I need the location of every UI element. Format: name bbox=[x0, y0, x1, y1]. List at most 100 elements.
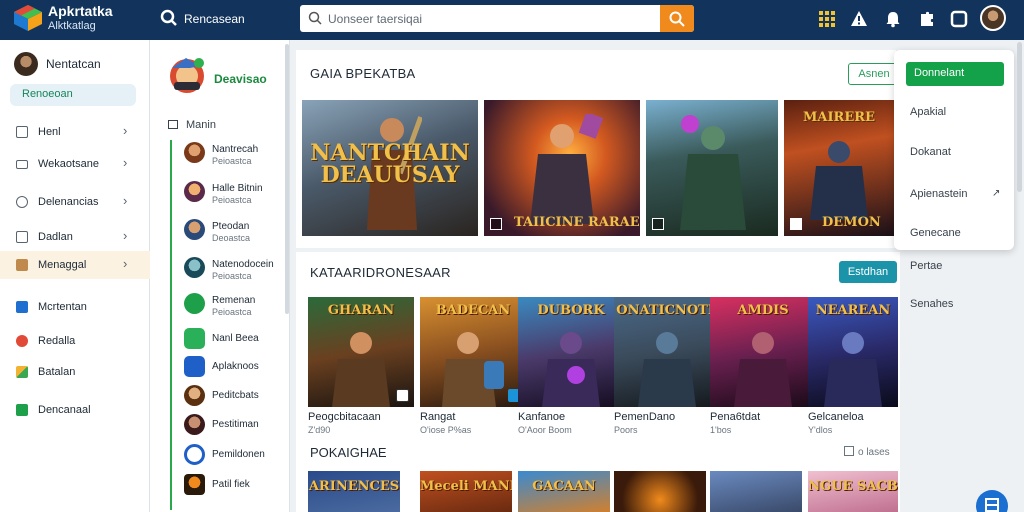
game-title[interactable]: Kanfanoe bbox=[518, 411, 565, 423]
sidebar-item-label: Batalan bbox=[38, 366, 76, 378]
game-title[interactable]: Peogcbitacaan bbox=[308, 411, 381, 423]
section-action-button[interactable]: Asnen bbox=[848, 63, 900, 85]
game-tile[interactable]: NGUE SACB bbox=[808, 471, 898, 512]
game-tile[interactable] bbox=[710, 471, 802, 512]
sidebar-item-label: Redalla bbox=[38, 335, 76, 347]
checkbox[interactable] bbox=[790, 218, 802, 230]
side-link[interactable]: Senahes bbox=[910, 298, 953, 310]
sidebar-item-4[interactable]: Menaggal › bbox=[0, 251, 150, 279]
list-item[interactable]: Pestitiman bbox=[184, 414, 284, 444]
user-avatar[interactable] bbox=[980, 5, 1006, 31]
profile-name: Nentatcan bbox=[46, 57, 101, 71]
featured-banner[interactable] bbox=[646, 100, 778, 236]
featured-banner[interactable]: TAIICINE RARAE bbox=[484, 100, 640, 236]
game-meta: Z'd90 bbox=[308, 425, 331, 435]
banner-title: MAIRERE bbox=[803, 110, 875, 125]
game-tile[interactable] bbox=[614, 471, 706, 512]
menu-item[interactable]: Genecane bbox=[910, 227, 961, 239]
window-icon[interactable] bbox=[950, 10, 968, 28]
list-item[interactable]: Halle Bitnin Peioastca bbox=[184, 181, 284, 211]
external-link-icon: ↗ bbox=[992, 188, 1001, 199]
search-icon[interactable] bbox=[160, 9, 178, 27]
list-item[interactable]: Pteodan Deoastca bbox=[184, 219, 284, 249]
featured-banner[interactable]: NANTCHAIN DEAUUSAY bbox=[302, 100, 478, 236]
avatar[interactable] bbox=[14, 52, 38, 76]
hero-figure-icon bbox=[442, 332, 504, 407]
grid-icon bbox=[16, 126, 28, 138]
sidebar-item-6[interactable]: Redalla bbox=[0, 327, 150, 355]
view-toggle[interactable]: o lases bbox=[844, 446, 890, 458]
search-button[interactable] bbox=[660, 5, 694, 32]
game-tile[interactable]: DUBORK bbox=[518, 297, 624, 407]
game-title[interactable]: Rangat bbox=[420, 411, 455, 423]
menu-item[interactable]: Apienastein bbox=[910, 188, 968, 200]
game-thumbnail bbox=[184, 444, 205, 465]
menu-item[interactable]: Dokanat bbox=[910, 146, 951, 158]
banner-caption: DEMON bbox=[822, 215, 881, 230]
search-input[interactable] bbox=[328, 9, 648, 28]
sidebar-item-5[interactable]: Mcrtentan bbox=[0, 293, 150, 321]
sidebar-item-7[interactable]: Batalan bbox=[0, 358, 150, 386]
section-title: POKAIGHAE bbox=[310, 445, 387, 460]
game-tile[interactable]: GHARAN bbox=[308, 297, 414, 407]
checkbox[interactable] bbox=[396, 389, 409, 402]
puzzle-icon[interactable] bbox=[918, 10, 936, 28]
list-item[interactable]: Nanl Beea bbox=[184, 328, 284, 358]
sidebar-item-8[interactable]: Dencanaal bbox=[0, 396, 150, 424]
list-item[interactable]: Peditcbats bbox=[184, 385, 284, 415]
page-scrollbar[interactable] bbox=[1017, 42, 1022, 192]
library-title: Deavisao bbox=[214, 72, 267, 86]
app-title: Apkrtatka bbox=[48, 3, 113, 19]
library-column: Deavisao Manin Nantrecah Peioastca Halle… bbox=[150, 40, 290, 512]
game-tile[interactable]: BADECAN bbox=[420, 297, 526, 407]
record-icon bbox=[16, 335, 28, 347]
side-link[interactable]: Pertae bbox=[910, 260, 942, 272]
game-tile[interactable]: NEAREAN bbox=[808, 297, 898, 407]
banner-caption: TAIICINE RARAE bbox=[514, 215, 640, 230]
game-tile[interactable]: AMDIS bbox=[710, 297, 816, 407]
download-icon bbox=[16, 404, 28, 416]
list-item[interactable]: Remenan Peioastca bbox=[184, 293, 284, 323]
list-item[interactable]: Patil fiek bbox=[184, 474, 284, 504]
game-title[interactable]: Pena6tdat bbox=[710, 411, 760, 423]
layout-icon bbox=[985, 498, 999, 512]
game-tile[interactable]: ARINENCES bbox=[308, 471, 400, 512]
sidebar-item-label: Mcrtentan bbox=[38, 301, 87, 313]
apps-grid-icon[interactable] bbox=[818, 10, 836, 28]
game-title[interactable]: PemenDano bbox=[614, 411, 675, 423]
game-title[interactable]: Gelcaneloa bbox=[808, 411, 864, 423]
game-tile[interactable]: GACAAN bbox=[518, 471, 610, 512]
nav-label[interactable]: Rencasean bbox=[184, 12, 245, 26]
section-action-button[interactable]: Estdhan bbox=[839, 261, 897, 283]
menu-item-active[interactable]: Donnelant bbox=[906, 62, 1004, 86]
game-thumbnail bbox=[184, 414, 205, 435]
library-rail bbox=[170, 140, 172, 510]
checkbox[interactable] bbox=[490, 218, 502, 230]
featured-banner[interactable]: MAIRERE DEMON bbox=[784, 100, 894, 236]
image-icon bbox=[16, 366, 28, 378]
sidebar-item-3[interactable]: Dadlan › bbox=[0, 223, 150, 251]
game-tile[interactable]: ONATICNOTE bbox=[614, 297, 720, 407]
sidebar-item-2[interactable]: Delenancias › bbox=[0, 188, 150, 216]
sidebar-item-1[interactable]: Wekaotsane › bbox=[0, 150, 150, 178]
game-thumbnail bbox=[184, 328, 205, 349]
list-item[interactable]: Pemildonen bbox=[184, 444, 284, 474]
scrollbar[interactable] bbox=[285, 44, 289, 314]
alert-icon[interactable] bbox=[850, 10, 868, 28]
chevron-right-icon: › bbox=[123, 155, 128, 170]
menu-item[interactable]: Apakial bbox=[910, 106, 946, 118]
game-tile[interactable]: Meceli MANK bbox=[420, 471, 512, 512]
checkbox[interactable] bbox=[652, 218, 664, 230]
list-item[interactable]: Nantrecah Peioastca bbox=[184, 142, 284, 172]
section-title: GAIA BPEKATBA bbox=[310, 66, 416, 81]
sidebar-item-0[interactable]: Henl › bbox=[0, 118, 150, 146]
box-icon bbox=[16, 259, 28, 271]
section-title: KATAARIDRONESAAR bbox=[310, 265, 451, 280]
bell-icon[interactable] bbox=[884, 10, 902, 28]
folder-icon bbox=[16, 231, 28, 243]
list-item[interactable]: Natenodocein Peioastca bbox=[184, 257, 284, 287]
monitor-icon bbox=[16, 160, 28, 169]
profile-pill[interactable]: Renoeoan bbox=[10, 84, 136, 106]
app-logo-icon[interactable] bbox=[12, 4, 44, 32]
list-item[interactable]: Aplaknoos bbox=[184, 356, 284, 386]
